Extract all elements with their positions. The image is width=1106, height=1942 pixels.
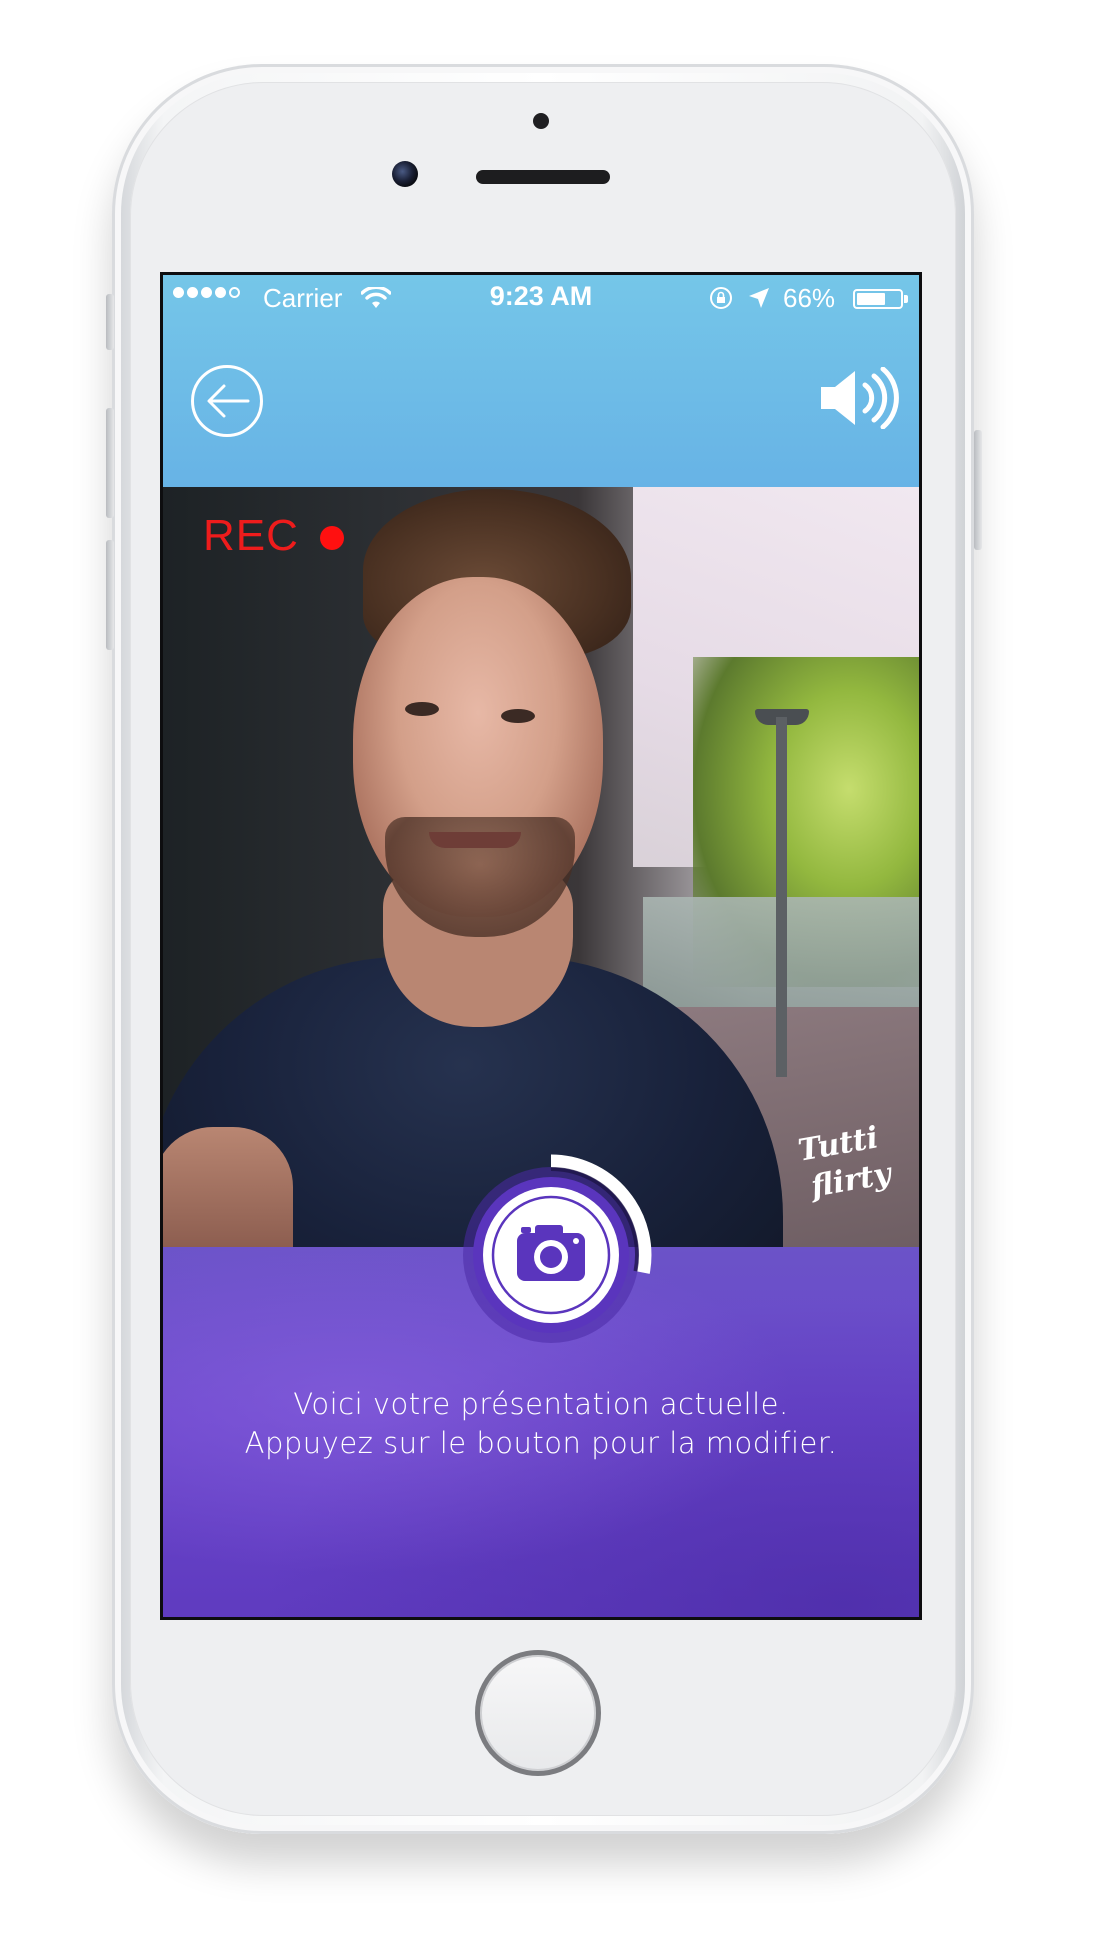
volume-up-button (106, 408, 114, 518)
home-button[interactable] (475, 1650, 601, 1776)
mute-switch (106, 294, 114, 350)
battery-icon (853, 289, 903, 309)
message-line-2: Appuyez sur le bouton pour la modifier. (244, 1426, 838, 1460)
message-line-1: Voici votre présentation actuelle. (293, 1387, 789, 1421)
instruction-message: Voici votre présentation actuelle. Appuy… (163, 1385, 919, 1463)
video-preview: REC Tutti flirty (163, 487, 919, 1247)
battery-percent: 66% (783, 283, 836, 313)
status-bar: Carrier 9:23 AM 66% (163, 275, 919, 321)
front-camera (392, 161, 418, 187)
brand-logo: Tutti flirty (793, 1120, 903, 1227)
earpiece-speaker (476, 170, 610, 184)
recording-dot-icon (320, 526, 344, 550)
location-arrow-icon (749, 288, 769, 308)
battery-tip (904, 295, 908, 303)
header-bar: Carrier 9:23 AM 66% (163, 275, 919, 487)
rec-label: REC (203, 511, 299, 560)
app-screen: Carrier 9:23 AM 66% REC Tutti flirty Voi… (160, 272, 922, 1620)
record-button[interactable] (451, 1143, 675, 1367)
camera-icon (517, 1225, 585, 1281)
volume-down-button (106, 540, 114, 650)
back-arrow-icon (207, 384, 250, 418)
proximity-sensor (533, 113, 549, 129)
back-button[interactable] (191, 365, 263, 437)
rotation-lock-icon (710, 287, 732, 309)
sound-toggle-button[interactable] (819, 367, 899, 429)
power-button (974, 430, 982, 550)
